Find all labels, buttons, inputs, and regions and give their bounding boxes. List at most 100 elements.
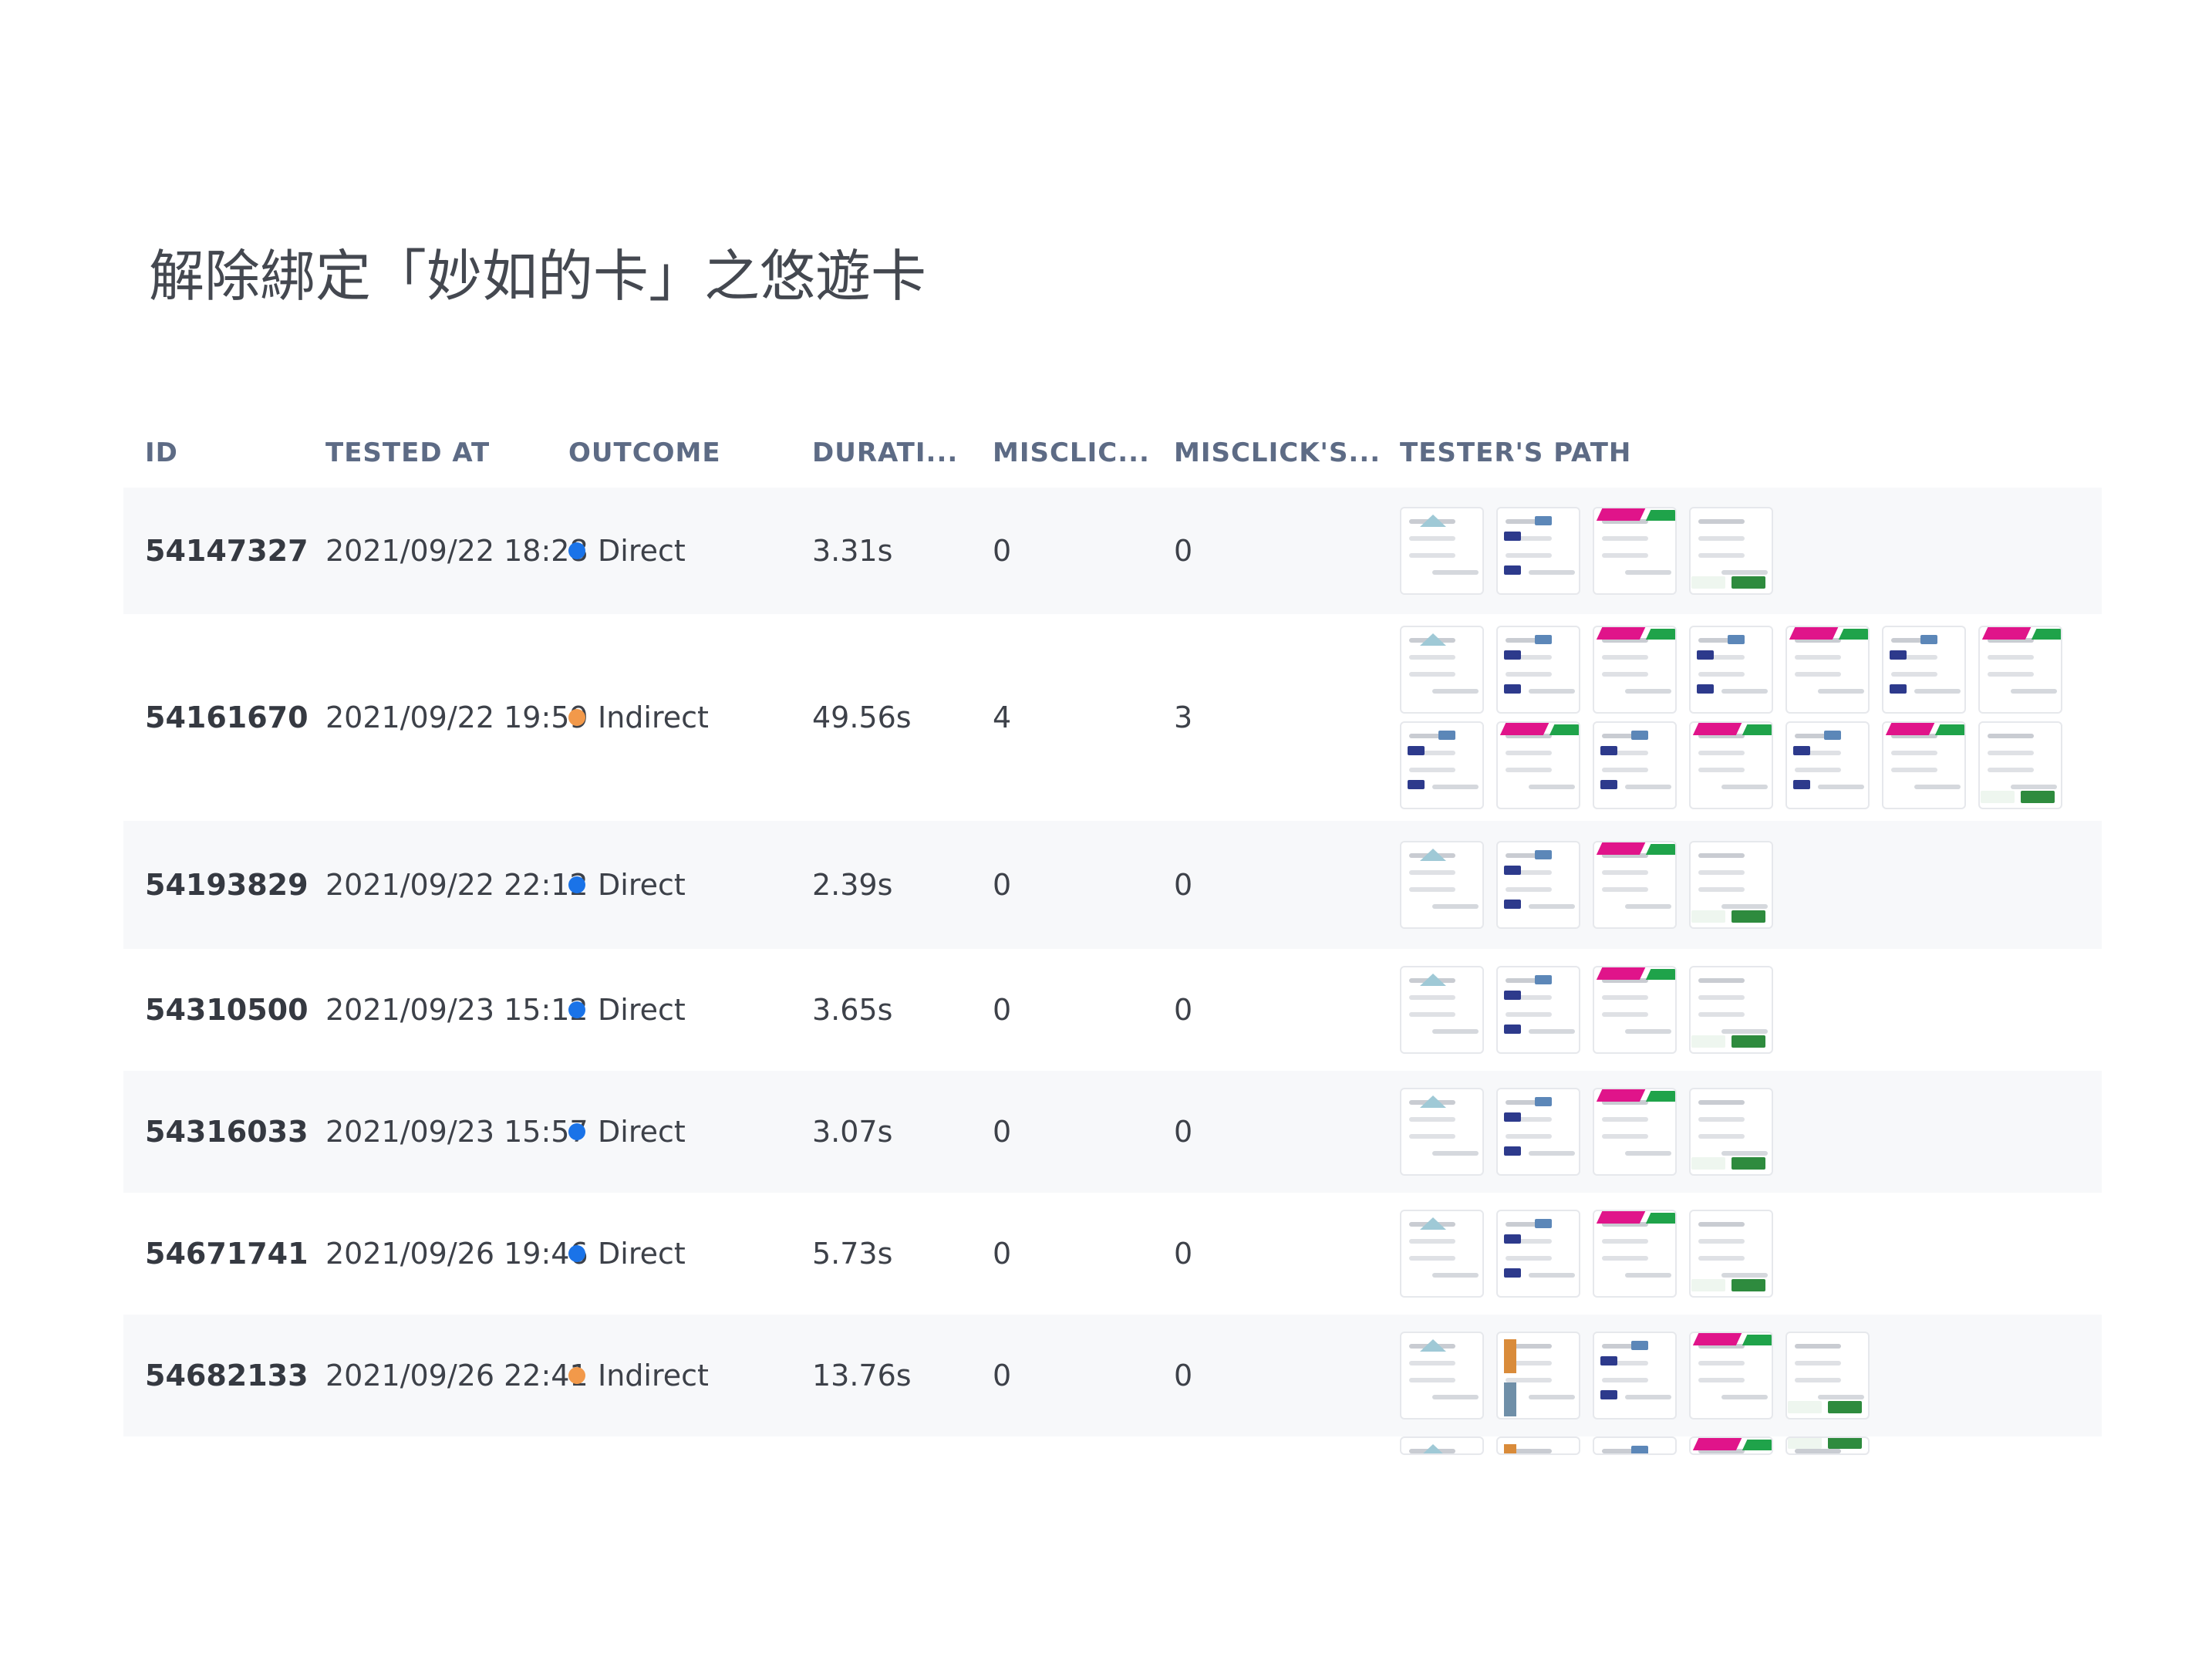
table-row[interactable]: 54193829 2021/09/22 22:12 2.39s 0 0 Direct [123, 821, 2102, 949]
card-detail-screen-thumbnail[interactable] [1689, 721, 1773, 809]
card-detail-screen-thumbnail[interactable] [1593, 1210, 1677, 1298]
row-outcome: Direct [568, 870, 686, 900]
column-header-duration[interactable]: DURATI... [812, 440, 958, 466]
outcome-dot-icon [568, 876, 585, 893]
table-row[interactable]: 54161670 2021/09/22 19:59 49.56s 4 3 Indirect [123, 614, 2102, 821]
confirm-dialog-screen-thumbnail[interactable] [1689, 507, 1773, 595]
card-list-screen-thumbnail[interactable] [1400, 721, 1484, 809]
card-list-screen-thumbnail[interactable] [1689, 626, 1773, 714]
row-duration: 3.65s [812, 993, 893, 1027]
path-line [1400, 721, 2062, 809]
path-line [1400, 1210, 1773, 1298]
confirm-dialog-screen-thumbnail[interactable] [1689, 966, 1773, 1054]
card-detail-screen-thumbnail[interactable] [1785, 626, 1870, 714]
outcome-label: Direct [598, 1115, 686, 1149]
row-outcome: Direct [568, 536, 686, 565]
home-screen-thumbnail[interactable] [1400, 1436, 1484, 1455]
row-outcome: Direct [568, 1117, 686, 1146]
card-list-screen-thumbnail[interactable] [1593, 1332, 1677, 1420]
card-detail-screen-thumbnail[interactable] [1978, 626, 2062, 714]
path-thumbnails [1400, 1332, 1870, 1420]
row-outcome: Direct [568, 1239, 686, 1268]
row-misclicks: 0 [993, 534, 1012, 568]
promo-screen-thumbnail[interactable] [1496, 1436, 1580, 1455]
path-thumbnails [1400, 1088, 1773, 1176]
home-screen-thumbnail[interactable] [1400, 1210, 1484, 1298]
path-line [1400, 507, 1773, 595]
table-row[interactable]: 54682133 2021/09/26 22:41 13.76s 0 0 Indirect [123, 1315, 2102, 1436]
outcome-dot-icon [568, 542, 585, 559]
column-header-id[interactable]: ID [145, 440, 178, 466]
outcome-dot-icon [568, 708, 585, 726]
home-screen-thumbnail[interactable] [1400, 966, 1484, 1054]
confirm-dialog-screen-thumbnail[interactable] [1785, 1332, 1870, 1420]
path-thumbnails [1400, 626, 2062, 809]
outcome-dot-icon [568, 1244, 585, 1262]
card-list-screen-thumbnail[interactable] [1496, 1088, 1580, 1176]
outcome-label: Direct [598, 993, 686, 1027]
column-header-outcome[interactable]: OUTCOME [568, 440, 721, 466]
card-list-screen-thumbnail[interactable] [1496, 841, 1580, 929]
home-screen-thumbnail[interactable] [1400, 1332, 1484, 1420]
outcome-dot-icon [568, 1122, 585, 1140]
column-header-misclicks[interactable]: MISCLIC... [993, 440, 1150, 466]
card-detail-screen-thumbnail[interactable] [1689, 1332, 1773, 1420]
row-id: 54316033 [145, 1115, 309, 1149]
confirm-dialog-screen-thumbnail[interactable] [1978, 721, 2062, 809]
row-tested-at: 2021/09/22 19:59 [325, 700, 588, 734]
card-detail-screen-thumbnail[interactable] [1882, 721, 1966, 809]
promo-screen-thumbnail[interactable] [1496, 1332, 1580, 1420]
card-detail-screen-thumbnail[interactable] [1593, 966, 1677, 1054]
card-list-screen-thumbnail[interactable] [1496, 507, 1580, 595]
outcome-label: Indirect [598, 700, 709, 734]
table-row[interactable]: 54316033 2021/09/23 15:57 3.07s 0 0 Direct [123, 1071, 2102, 1193]
row-id: 54147327 [145, 534, 309, 568]
path-line [1400, 626, 2062, 714]
confirm-dialog-screen-thumbnail[interactable] [1689, 1210, 1773, 1298]
card-list-screen-thumbnail[interactable] [1785, 721, 1870, 809]
outcome-label: Indirect [598, 1359, 709, 1392]
row-misclicks: 0 [993, 1359, 1012, 1392]
row-tested-at: 2021/09/23 15:57 [325, 1115, 588, 1149]
path-line [1400, 966, 1773, 1054]
card-detail-screen-thumbnail[interactable] [1593, 841, 1677, 929]
path-thumbnails [1400, 507, 1773, 595]
card-detail-screen-thumbnail[interactable] [1593, 1088, 1677, 1176]
card-list-screen-thumbnail[interactable] [1593, 1436, 1677, 1455]
card-list-screen-thumbnail[interactable] [1496, 626, 1580, 714]
card-detail-screen-thumbnail[interactable] [1593, 626, 1677, 714]
table-row[interactable]: 54671741 2021/09/26 19:46 5.73s 0 0 Direct [123, 1193, 2102, 1315]
card-detail-screen-thumbnail[interactable] [1689, 1436, 1773, 1455]
table-row[interactable]: 54147327 2021/09/22 18:28 3.31s 0 0 Direct [123, 488, 2102, 614]
home-screen-thumbnail[interactable] [1400, 626, 1484, 714]
row-outcome: Indirect [568, 703, 709, 732]
path-thumbnails [1400, 841, 1773, 929]
column-header-tested-at[interactable]: TESTED AT [325, 440, 490, 466]
card-list-screen-thumbnail[interactable] [1882, 626, 1966, 714]
row-misclick-screens: 0 [1174, 993, 1193, 1027]
outcome-dot-icon [568, 1001, 585, 1018]
row-duration: 3.31s [812, 534, 893, 568]
card-list-screen-thumbnail[interactable] [1496, 966, 1580, 1054]
home-screen-thumbnail[interactable] [1400, 841, 1484, 929]
confirm-dialog-screen-thumbnail[interactable] [1785, 1436, 1870, 1455]
card-list-screen-thumbnail[interactable] [1593, 721, 1677, 809]
row-tested-at: 2021/09/22 22:12 [325, 868, 588, 902]
table-body: 54147327 2021/09/22 18:28 3.31s 0 0 Direct 541… [123, 488, 2102, 1436]
row-tested-at: 2021/09/23 15:12 [325, 993, 588, 1027]
card-detail-screen-thumbnail[interactable] [1593, 507, 1677, 595]
home-screen-thumbnail[interactable] [1400, 507, 1484, 595]
home-screen-thumbnail[interactable] [1400, 1088, 1484, 1176]
column-header-testers-path[interactable]: TESTER'S PATH [1400, 440, 1631, 466]
row-duration: 5.73s [812, 1237, 893, 1271]
table-row[interactable]: 54310500 2021/09/23 15:12 3.65s 0 0 Direct [123, 949, 2102, 1071]
row-outcome: Direct [568, 995, 686, 1025]
card-detail-screen-thumbnail[interactable] [1496, 721, 1580, 809]
table-row-partial [123, 1436, 2102, 1457]
confirm-dialog-screen-thumbnail[interactable] [1689, 841, 1773, 929]
row-tested-at: 2021/09/26 19:46 [325, 1237, 588, 1271]
card-list-screen-thumbnail[interactable] [1496, 1210, 1580, 1298]
column-header-misclick-screens[interactable]: MISCLICK'S... [1174, 440, 1381, 466]
row-id: 54671741 [145, 1237, 309, 1271]
confirm-dialog-screen-thumbnail[interactable] [1689, 1088, 1773, 1176]
